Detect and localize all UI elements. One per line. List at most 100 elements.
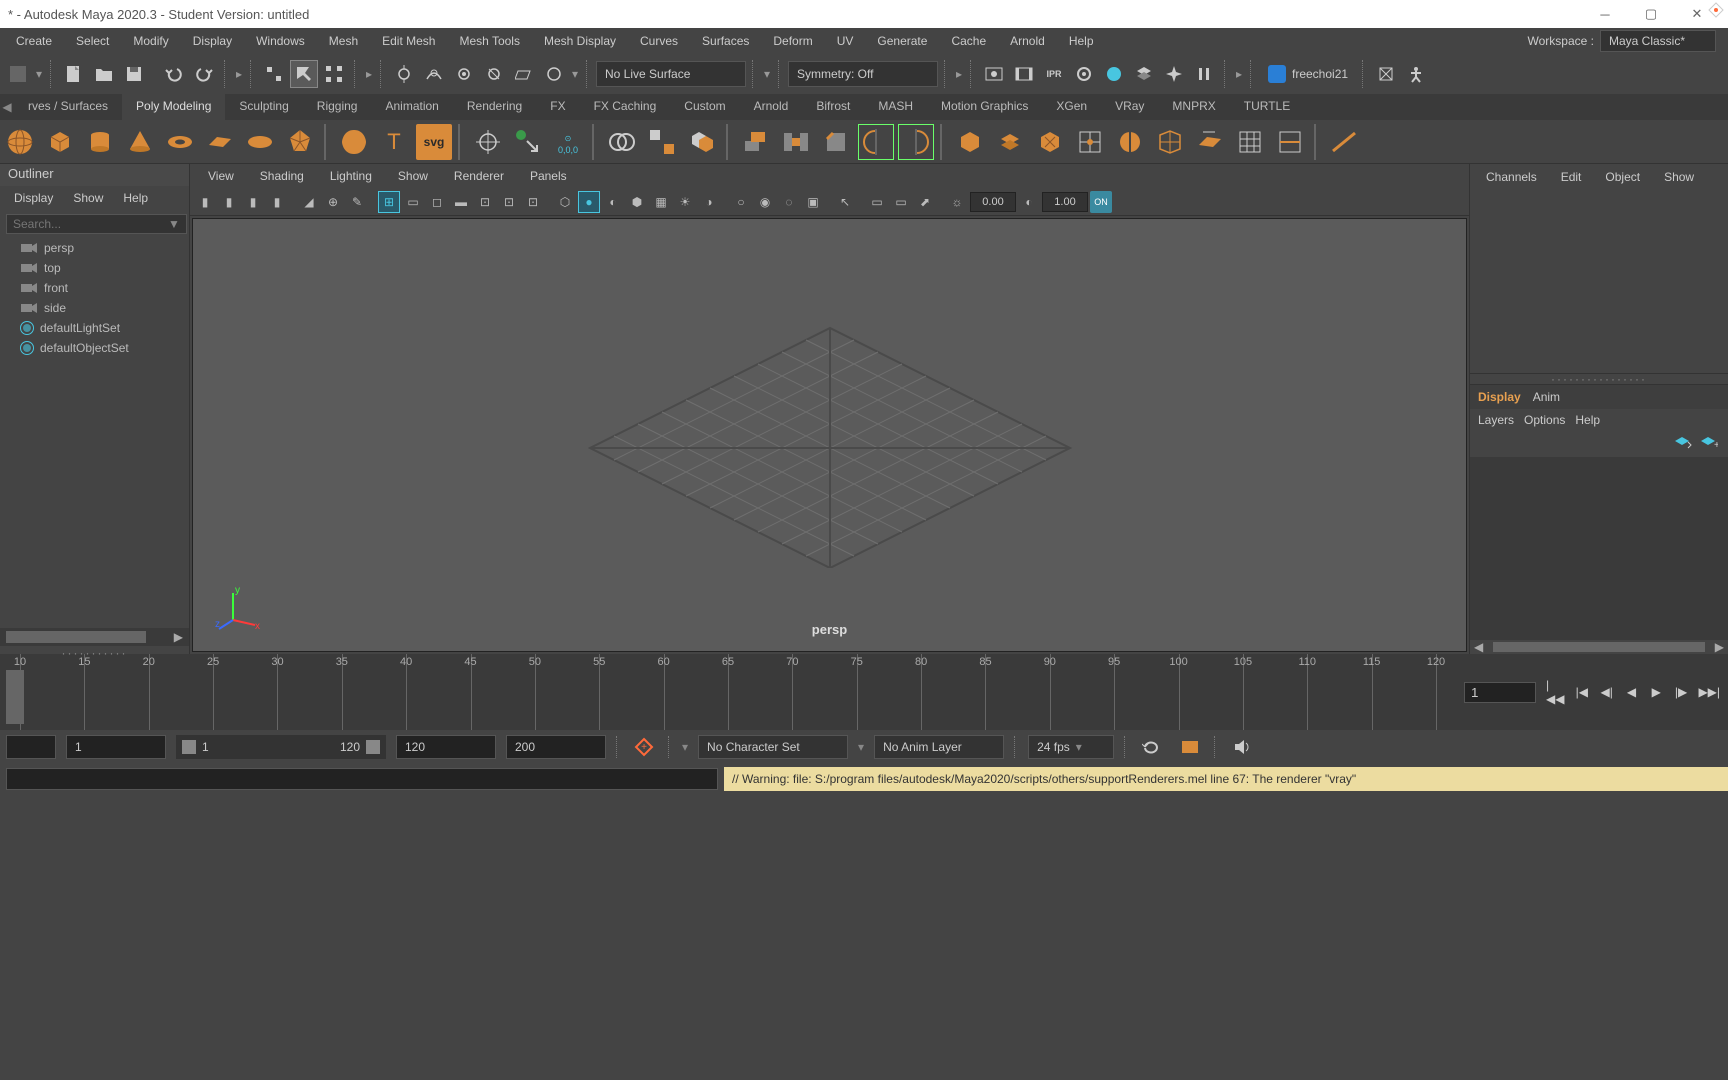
color-management-toggle[interactable]: ON <box>1090 191 1112 213</box>
bookmark-icon[interactable]: ▮ <box>242 191 264 213</box>
time-slider[interactable]: 1015202530354045505560657075808590951001… <box>0 654 1728 730</box>
shelf-tab-mash[interactable]: MASH <box>864 94 927 120</box>
snap-projected-icon[interactable] <box>480 60 508 88</box>
shelf-tab-arnold[interactable]: Arnold <box>740 94 803 120</box>
poly-bridge-icon[interactable] <box>778 124 814 160</box>
poly-project-icon[interactable] <box>1192 124 1228 160</box>
menu-curves[interactable]: Curves <box>628 30 690 52</box>
poly-remesh-icon[interactable] <box>1072 124 1108 160</box>
shelf-tab-animation[interactable]: Animation <box>371 94 452 120</box>
use-light-icon[interactable]: ☀ <box>674 191 696 213</box>
menu-create[interactable]: Create <box>4 30 64 52</box>
shelf-tab-xgen[interactable]: XGen <box>1042 94 1101 120</box>
range-handle-start[interactable] <box>182 740 196 754</box>
hypershade-icon[interactable] <box>1100 60 1128 88</box>
safe-action-icon[interactable]: ⊡ <box>498 191 520 213</box>
poly-superellipse-icon[interactable] <box>336 124 372 160</box>
viewport-3d[interactable]: y x z persp <box>192 218 1467 652</box>
poly-combine-icon[interactable] <box>604 124 640 160</box>
splitter-handle[interactable]: ··········· <box>0 646 189 654</box>
render-settings-icon[interactable] <box>1070 60 1098 88</box>
menu-windows[interactable]: Windows <box>244 30 317 52</box>
menu-select[interactable]: Select <box>64 30 121 52</box>
viewport-menu-shading[interactable]: Shading <box>250 167 314 185</box>
snap-curve-icon[interactable] <box>420 60 448 88</box>
new-scene-icon[interactable] <box>60 60 88 88</box>
menu-set-selector[interactable] <box>4 60 32 88</box>
mirror-right-icon[interactable] <box>898 124 934 160</box>
channels-menu[interactable]: Channels <box>1478 167 1545 187</box>
time-ruler[interactable]: 1015202530354045505560657075808590951001… <box>0 654 1456 730</box>
layer-scrollbar[interactable]: ◀▶ <box>1470 640 1728 654</box>
poly-mirror-icon[interactable] <box>1112 124 1148 160</box>
ipr-render-icon[interactable]: IPR <box>1040 60 1068 88</box>
gate-mask-icon[interactable]: ▬ <box>450 191 472 213</box>
character-set-dropdown[interactable]: No Character Set <box>698 735 848 759</box>
textured-icon[interactable]: ▦ <box>650 191 672 213</box>
anim-layer-dropdown[interactable]: No Anim Layer <box>874 735 1004 759</box>
menu-mesh-display[interactable]: Mesh Display <box>532 30 628 52</box>
render-layer-icon[interactable] <box>1130 60 1158 88</box>
layer-tab-display[interactable]: Display <box>1478 390 1521 404</box>
use-lights-icon[interactable]: ◐ <box>602 191 624 213</box>
outliner-scrollbar[interactable]: ▶ <box>0 628 189 646</box>
new-empty-layer-icon[interactable]: + <box>1700 436 1718 453</box>
human-ik-icon[interactable] <box>1402 60 1430 88</box>
go-to-end-icon[interactable]: ▶▶| <box>1698 681 1720 703</box>
ao-icon[interactable]: ○ <box>730 191 752 213</box>
poly-sphere-icon[interactable] <box>2 124 38 160</box>
modeling-toolkit-icon[interactable] <box>1372 60 1400 88</box>
camera-plane-icon[interactable]: ▮ <box>266 191 288 213</box>
poly-torus-icon[interactable] <box>162 124 198 160</box>
select-object-icon[interactable] <box>290 60 318 88</box>
outliner-search-box[interactable]: ▼ <box>6 214 187 234</box>
smooth-shade-icon[interactable]: ● <box>578 191 600 213</box>
audio-icon[interactable] <box>1228 734 1256 760</box>
menu-deform[interactable]: Deform <box>761 30 824 52</box>
menu-cache[interactable]: Cache <box>939 30 998 52</box>
field-chart-icon[interactable]: ⊡ <box>474 191 496 213</box>
shelf-tab-curves-surfaces[interactable]: rves / Surfaces <box>14 94 122 120</box>
film-gate-icon[interactable]: ▭ <box>402 191 424 213</box>
expand-icon[interactable]: ▸ <box>364 60 374 88</box>
poly-cube-icon[interactable] <box>42 124 78 160</box>
current-time-marker[interactable] <box>6 670 24 724</box>
range-end-field[interactable]: 200 <box>506 735 606 759</box>
outliner-tree[interactable]: persp top front side defaultLightSet def… <box>0 238 189 628</box>
layer-list[interactable] <box>1470 457 1728 640</box>
shelf-tab-poly-modeling[interactable]: Poly Modeling <box>122 94 225 120</box>
pause-icon[interactable] <box>1190 60 1218 88</box>
poly-origin-icon[interactable]: ⊙0,0,0 <box>550 124 586 160</box>
menu-display[interactable]: Display <box>181 30 244 52</box>
maximize-button[interactable]: ▢ <box>1628 0 1674 28</box>
viewport-menu-show[interactable]: Show <box>388 167 438 185</box>
snap-plane-icon[interactable] <box>510 60 538 88</box>
shelf-tab-rendering[interactable]: Rendering <box>453 94 536 120</box>
shelf-scroll-left[interactable]: ◀ <box>0 94 14 120</box>
mirror-left-icon[interactable] <box>858 124 894 160</box>
select-component-icon[interactable] <box>320 60 348 88</box>
menu-modify[interactable]: Modify <box>121 30 180 52</box>
go-to-start-icon[interactable]: |◀◀ <box>1546 681 1564 703</box>
outliner-item-objectset[interactable]: defaultObjectSet <box>0 338 189 358</box>
redo-icon[interactable] <box>190 60 218 88</box>
poly-svg-icon[interactable]: svg <box>416 124 452 160</box>
select-hierarchy-icon[interactable] <box>260 60 288 88</box>
snap-grid-icon[interactable] <box>390 60 418 88</box>
exposure-value[interactable]: 0.00 <box>970 192 1016 212</box>
dof-icon[interactable]: ▣ <box>802 191 824 213</box>
image-plane-icon[interactable]: ◢ <box>298 191 320 213</box>
poly-quad-draw-icon[interactable] <box>1232 124 1268 160</box>
fps-dropdown[interactable]: 24 fps▾ <box>1028 735 1114 759</box>
grease-pencil-icon[interactable]: ✎ <box>346 191 368 213</box>
gamma-icon[interactable]: ◐ <box>1018 191 1040 213</box>
step-back-key-icon[interactable]: |◀ <box>1574 681 1589 703</box>
layers-menu[interactable]: Layers <box>1478 413 1514 427</box>
outliner-item-front[interactable]: front <box>0 278 189 298</box>
workspace-color-icon[interactable] <box>1708 2 1724 21</box>
poly-smooth-icon[interactable] <box>952 124 988 160</box>
chevron-down-icon[interactable]: ▼ <box>168 217 180 231</box>
motion-blur-icon[interactable]: ◉ <box>754 191 776 213</box>
menu-help[interactable]: Help <box>1057 30 1106 52</box>
shelf-tab-bifrost[interactable]: Bifrost <box>802 94 864 120</box>
